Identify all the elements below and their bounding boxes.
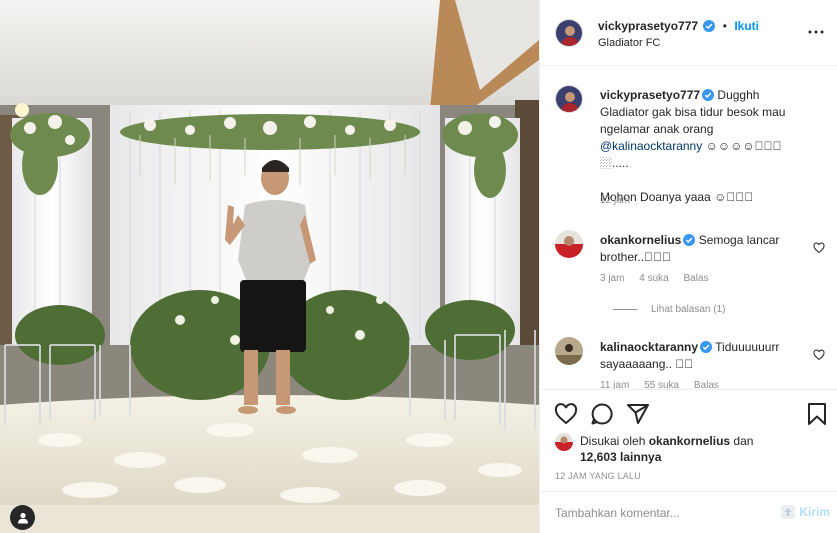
mention-link[interactable]: @kalinaocktaranny — [600, 139, 702, 153]
comments-list[interactable]: vickyprasetyo777 Dugghh Gladiator gak bi… — [540, 67, 837, 389]
heart-icon[interactable] — [554, 402, 578, 426]
replies-divider — [613, 308, 637, 310]
add-comment-bar: Kirim — [540, 491, 837, 533]
caption-text: vickyprasetyo777 Dugghh Gladiator gak bi… — [600, 87, 805, 206]
author-avatar[interactable] — [555, 19, 583, 47]
comment-input[interactable] — [555, 504, 775, 522]
bookmark-icon[interactable] — [805, 402, 829, 426]
comment-likes[interactable]: 4 suka — [639, 273, 668, 284]
caption-avatar[interactable] — [555, 85, 583, 113]
post-details-panel: vickyprasetyo777 • Ikuti Gladiator FC vi… — [539, 0, 837, 533]
verified-badge-icon — [683, 234, 696, 246]
header-user-line: vickyprasetyo777 • Ikuti — [598, 19, 759, 33]
commenter-avatar[interactable] — [555, 337, 583, 365]
post-header: vickyprasetyo777 • Ikuti Gladiator FC — [540, 0, 837, 66]
verified-badge-icon — [703, 20, 716, 32]
author-username[interactable]: vickyprasetyo777 — [598, 19, 698, 33]
post-date[interactable]: 12 JAM YANG LALU — [555, 471, 641, 481]
liker-avatar[interactable] — [555, 433, 573, 451]
post-image — [0, 0, 539, 533]
comment-meta: 11 jam 55 suka Balas — [600, 380, 731, 389]
comment-time[interactable]: 3 jam — [600, 273, 624, 284]
caption-username[interactable]: vickyprasetyo777 — [600, 88, 700, 102]
caption-time[interactable]: 12 jam — [600, 195, 630, 206]
follow-button[interactable]: Ikuti — [734, 19, 759, 33]
comment-time[interactable]: 11 jam — [600, 380, 629, 389]
send-button[interactable]: Kirim — [781, 505, 830, 519]
send-icon — [781, 505, 796, 519]
user-tag-icon — [17, 512, 28, 523]
more-options-icon[interactable] — [808, 24, 824, 40]
likes-and: dan — [733, 434, 754, 448]
commenter-username[interactable]: kalinaocktaranny — [600, 340, 698, 354]
likes-count[interactable]: 12,603 lainnya — [580, 450, 661, 464]
view-replies-label: Lihat balasan (1) — [651, 304, 726, 315]
verified-badge-icon — [700, 341, 713, 353]
comment-body: kalinaocktaranny Tiduuuuuurr sayaaaaang.… — [600, 339, 805, 373]
likes-text: Disukai oleh okankornelius dan 12,603 la… — [580, 433, 820, 465]
comment-meta: 3 jam 4 suka Balas — [600, 273, 721, 284]
user-tag-button[interactable] — [10, 505, 35, 530]
location-link[interactable]: Gladiator FC — [598, 37, 660, 49]
caption-meta: 12 jam — [600, 195, 642, 206]
post-actions: Disukai oleh okankornelius dan 12,603 la… — [540, 389, 837, 491]
commenter-avatar[interactable] — [555, 230, 583, 258]
comment-like-icon[interactable] — [813, 349, 825, 361]
caption-emoji-2: ☺🏼🏼🏼 — [714, 190, 754, 204]
liker-username[interactable]: okankornelius — [649, 434, 730, 448]
post-photo[interactable] — [0, 0, 539, 533]
share-icon[interactable] — [626, 402, 650, 426]
comment-like-icon[interactable] — [813, 242, 825, 254]
send-label: Kirim — [799, 505, 830, 519]
reply-button[interactable]: Balas — [683, 273, 708, 284]
likes-prefix: Disukai oleh — [580, 434, 646, 448]
comment-likes[interactable]: 55 suka — [644, 380, 679, 389]
comment-body: okankornelius Semoga lancar brother..🏼🏼🏼 — [600, 232, 805, 266]
reply-button[interactable]: Balas — [694, 380, 719, 389]
verified-badge-icon — [702, 89, 715, 101]
view-replies-button[interactable]: Lihat balasan (1) — [613, 304, 726, 315]
comment-icon[interactable] — [590, 402, 614, 426]
commenter-username[interactable]: okankornelius — [600, 233, 681, 247]
separator-dot: • — [722, 19, 727, 33]
